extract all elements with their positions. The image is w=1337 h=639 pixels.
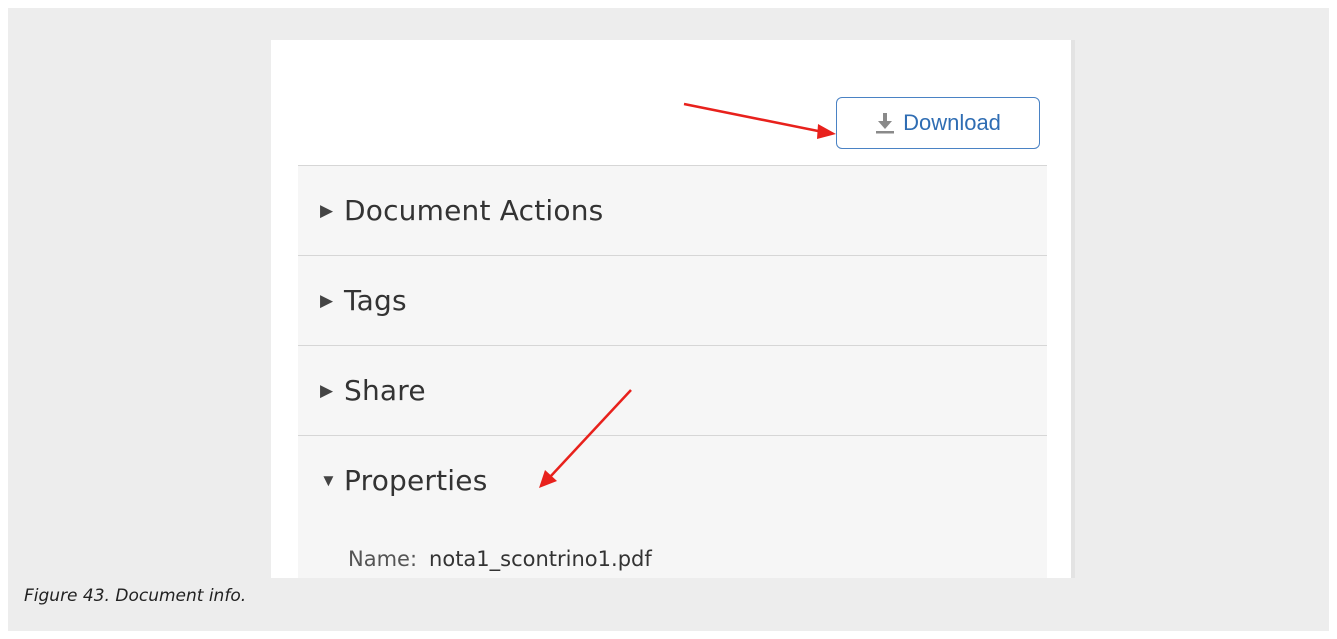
document-toolbar: Download xyxy=(271,40,1071,165)
screenshot-edge xyxy=(1071,40,1075,578)
section-document-actions[interactable]: ▶ Document Actions xyxy=(298,165,1047,255)
expand-triangle-icon: ▶ xyxy=(320,200,334,220)
property-name-row: Name: nota1_scontrino1.pdf xyxy=(348,547,652,571)
expand-triangle-icon: ▶ xyxy=(320,290,334,310)
section-properties[interactable]: ▼ Properties xyxy=(298,435,1047,525)
property-value: nota1_scontrino1.pdf xyxy=(429,547,652,571)
property-key: Name: xyxy=(348,547,418,571)
figure-caption: Figure 43. Document info. xyxy=(24,586,247,606)
section-label: Document Actions xyxy=(344,194,604,227)
document-sidebar-panel: ▶ Document Actions ▶ Tags ▶ Share ▼ Prop… xyxy=(298,165,1047,578)
figure: Download ▶ Document Actions ▶ Tags ▶ Sha… xyxy=(8,8,1329,631)
expand-triangle-icon: ▶ xyxy=(320,380,334,400)
download-button[interactable]: Download xyxy=(836,97,1040,149)
section-label: Share xyxy=(344,374,426,407)
section-tags[interactable]: ▶ Tags xyxy=(298,255,1047,345)
document-info-screenshot: Download ▶ Document Actions ▶ Tags ▶ Sha… xyxy=(271,40,1071,578)
collapse-triangle-icon: ▼ xyxy=(320,470,337,490)
section-label: Properties xyxy=(344,464,488,497)
download-label: Download xyxy=(903,110,1001,135)
section-share[interactable]: ▶ Share xyxy=(298,345,1047,435)
download-icon xyxy=(875,112,895,134)
section-label: Tags xyxy=(344,284,407,317)
